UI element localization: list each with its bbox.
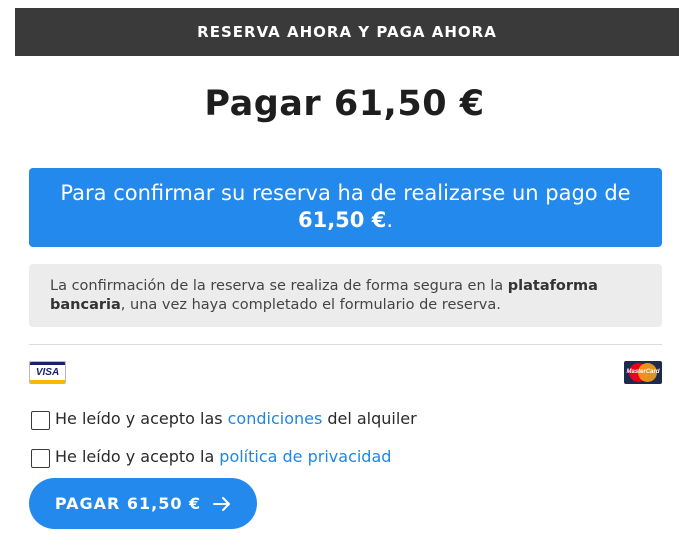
terms-checkbox-row: He leído y acepto las condiciones del al… (31, 409, 417, 430)
security-note: La confirmación de la reserva se realiza… (29, 264, 662, 327)
mastercard-icon: MasterCard (624, 361, 662, 384)
security-note-end: , una vez haya completado el formulario … (120, 297, 501, 313)
booking-header: RESERVA AHORA Y PAGA AHORA (15, 8, 679, 56)
privacy-link[interactable]: política de privacidad (219, 447, 391, 466)
terms-label-prefix: He leído y acepto las (55, 409, 223, 428)
payment-amount-title: Pagar 61,50 € (204, 84, 485, 124)
arrow-right-icon (213, 496, 231, 511)
visa-card-icon: VISA (29, 361, 66, 384)
booking-header-title: RESERVA AHORA Y PAGA AHORA (197, 23, 497, 41)
terms-link[interactable]: condiciones (228, 409, 323, 428)
privacy-label-prefix: He leído y acepto la (55, 447, 215, 466)
payment-notice: Para confirmar su reserva ha de realizar… (29, 168, 662, 247)
payment-notice-amount: 61,50 € (297, 208, 387, 232)
privacy-checkbox[interactable] (31, 449, 50, 468)
pay-button-label: PAGAR 61,50 € (54, 494, 202, 513)
security-note-text: La confirmación de la reserva se realiza… (50, 278, 508, 294)
payment-notice-end: . (386, 208, 394, 232)
terms-label-suffix: del alquiler (327, 409, 417, 428)
terms-checkbox[interactable] (31, 411, 50, 430)
privacy-checkbox-row: He leído y acepto la política de privaci… (31, 447, 396, 468)
pay-button[interactable]: PAGAR 61,50 € (29, 478, 257, 529)
payment-notice-text: Para confirmar su reserva ha de realizar… (60, 181, 631, 205)
divider (29, 344, 662, 345)
